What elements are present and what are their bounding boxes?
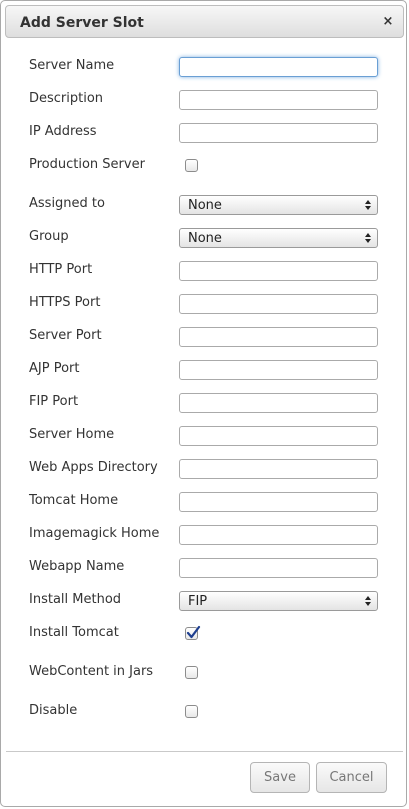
web-apps-directory-input[interactable] — [179, 459, 378, 479]
install-method-label: Install Method — [29, 592, 122, 607]
close-icon[interactable]: × — [381, 15, 395, 29]
install-tomcat-checkbox[interactable] — [185, 625, 201, 640]
web-apps-directory-label: Web Apps Directory — [29, 460, 158, 475]
dialog-title: Add Server Slot — [20, 15, 144, 31]
install-method-selected-value: FIP — [188, 594, 208, 609]
server-name-input[interactable] — [179, 57, 378, 77]
select-arrows-icon — [365, 596, 371, 606]
https-port-input[interactable] — [179, 294, 378, 314]
ajp-port-label: AJP Port — [29, 361, 80, 376]
server-name-label: Server Name — [29, 58, 115, 73]
cancel-button[interactable]: Cancel — [316, 762, 387, 793]
server-home-input[interactable] — [179, 426, 378, 446]
server-port-input[interactable] — [179, 327, 378, 347]
group-label: Group — [29, 229, 69, 244]
http-port-input[interactable] — [179, 261, 378, 281]
description-label: Description — [29, 91, 104, 106]
ip-address-label: IP Address — [29, 124, 97, 139]
http-port-label: HTTP Port — [29, 262, 93, 277]
save-button[interactable]: Save — [250, 762, 310, 793]
install-method-select[interactable]: FIP — [179, 591, 378, 611]
production-server-label: Production Server — [29, 157, 145, 172]
group-selected-value: None — [188, 231, 222, 246]
webapp-name-input[interactable] — [179, 558, 378, 578]
install-tomcat-label: Install Tomcat — [29, 625, 119, 640]
https-port-label: HTTPS Port — [29, 295, 101, 310]
server-port-label: Server Port — [29, 328, 102, 343]
webapp-name-label: Webapp Name — [29, 559, 125, 574]
select-arrows-icon — [365, 233, 371, 243]
webcontent-in-jars-checkbox[interactable] — [185, 666, 198, 679]
assigned-to-label: Assigned to — [29, 196, 105, 211]
fip-port-input[interactable] — [179, 393, 378, 413]
footer-divider — [6, 751, 403, 752]
disable-checkbox[interactable] — [185, 705, 198, 718]
description-input[interactable] — [179, 90, 378, 110]
ajp-port-input[interactable] — [179, 360, 378, 380]
server-home-label: Server Home — [29, 427, 115, 442]
ip-address-input[interactable] — [179, 123, 378, 143]
production-server-checkbox[interactable] — [185, 159, 198, 172]
fip-port-label: FIP Port — [29, 394, 79, 409]
webcontent-in-jars-label: WebContent in Jars — [29, 664, 154, 679]
tomcat-home-input[interactable] — [179, 492, 378, 512]
select-arrows-icon — [365, 200, 371, 210]
imagemagick-home-input[interactable] — [179, 525, 378, 545]
group-select[interactable]: None — [179, 228, 378, 248]
assigned-to-selected-value: None — [188, 198, 222, 213]
assigned-to-select[interactable]: None — [179, 195, 378, 215]
imagemagick-home-label: Imagemagick Home — [29, 526, 160, 541]
dialog-titlebar[interactable]: Add Server Slot × — [5, 5, 404, 38]
checkmark-icon — [186, 625, 201, 639]
tomcat-home-label: Tomcat Home — [29, 493, 119, 508]
add-server-slot-dialog: Add Server Slot × Server Name Descriptio… — [0, 0, 407, 807]
disable-label: Disable — [29, 703, 78, 718]
